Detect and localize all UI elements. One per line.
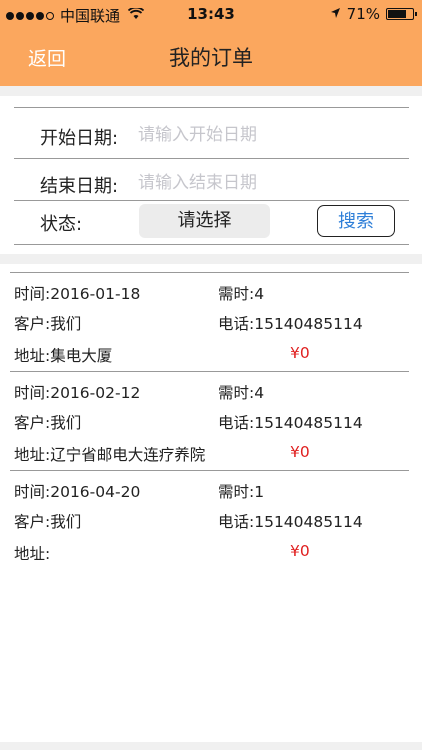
- divider: [14, 244, 409, 245]
- order-phone: 电话:15140485114: [218, 513, 363, 531]
- order-customer: 客户:我们: [14, 513, 82, 531]
- divider: [10, 272, 409, 273]
- order-phone: 电话:15140485114: [218, 315, 363, 333]
- order-item[interactable]: 时间:2016-04-20 需时:1 客户:我们 电话:15140485114 …: [0, 462, 422, 563]
- order-time: 时间:2016-02-12: [14, 384, 141, 402]
- order-duration: 需时:4: [218, 384, 265, 402]
- battery-percent: 71%: [346, 5, 380, 23]
- start-date-input[interactable]: [138, 121, 398, 149]
- status-right: 71%: [330, 5, 417, 23]
- order-duration: 需时:4: [218, 285, 265, 303]
- search-button[interactable]: 搜索: [317, 205, 395, 237]
- status-select-button[interactable]: 请选择: [139, 204, 270, 238]
- start-date-label: 开始日期:: [40, 128, 119, 149]
- order-price: ¥0: [290, 542, 310, 560]
- order-duration: 需时:1: [218, 483, 265, 501]
- order-phone: 电话:15140485114: [218, 414, 363, 432]
- location-arrow-icon: [330, 5, 341, 23]
- order-customer: 客户:我们: [14, 315, 82, 333]
- order-address: 地址:: [14, 545, 51, 563]
- order-price: ¥0: [290, 344, 310, 362]
- battery-icon: [386, 8, 417, 20]
- battery-fill: [388, 10, 407, 18]
- status-label: 状态:: [40, 214, 83, 235]
- order-item[interactable]: 时间:2016-01-18 需时:4 客户:我们 电话:15140485114 …: [0, 264, 422, 365]
- divider: [14, 107, 409, 108]
- order-time: 时间:2016-01-18: [14, 285, 141, 303]
- divider: [14, 158, 409, 159]
- page-title: 我的订单: [169, 46, 253, 70]
- nav-bar: 返回 我的订单: [0, 28, 422, 86]
- section-separator: [0, 86, 422, 96]
- divider: [10, 371, 409, 372]
- section-separator: [0, 254, 422, 264]
- order-customer: 客户:我们: [14, 414, 82, 432]
- order-time: 时间:2016-04-20: [14, 483, 141, 501]
- order-price: ¥0: [290, 443, 310, 461]
- divider: [10, 470, 409, 471]
- status-bar: 中国联通 13:43 71%: [0, 0, 422, 28]
- end-date-label: 结束日期:: [40, 176, 119, 197]
- end-date-input[interactable]: [138, 169, 398, 197]
- section-separator: [0, 742, 422, 750]
- divider: [14, 200, 409, 201]
- order-item[interactable]: 时间:2016-02-12 需时:4 客户:我们 电话:15140485114 …: [0, 363, 422, 464]
